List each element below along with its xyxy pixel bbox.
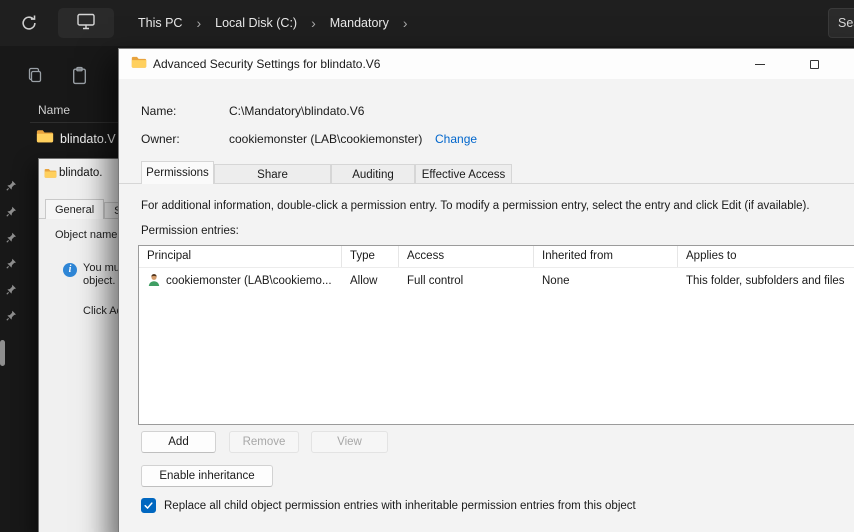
inheritance-checkbox[interactable] — [141, 498, 156, 513]
breadcrumb-chevron-icon: › — [402, 15, 408, 31]
maximize-icon — [809, 59, 819, 69]
remove-button[interactable]: Remove — [229, 431, 299, 453]
maximize-button[interactable] — [797, 49, 831, 79]
add-button[interactable]: Add — [141, 431, 216, 453]
breadcrumb-item-local-disk[interactable]: Local Disk (C:) — [215, 16, 297, 30]
entry-inherited-from: None — [542, 275, 570, 287]
table-header-access[interactable]: Access — [399, 246, 534, 267]
replace-permissions-row: Replace all child object permission entr… — [141, 498, 636, 513]
column-header-name[interactable]: Name — [38, 103, 70, 117]
breadcrumb-chevron-icon: › — [311, 15, 316, 31]
copy-icon[interactable] — [26, 66, 44, 89]
table-header-inherited-from[interactable]: Inherited from — [534, 246, 678, 267]
table-header-type[interactable]: Type — [342, 246, 399, 267]
breadcrumb-item-this-pc[interactable]: This PC — [138, 16, 182, 30]
dialog-title: Advanced Security Settings for blindato.… — [153, 57, 381, 71]
pc-icon — [76, 12, 96, 35]
file-row[interactable]: blindato.V — [36, 129, 118, 149]
view-button[interactable]: View — [311, 431, 388, 453]
pin-icon[interactable] — [6, 204, 17, 222]
explorer-address-bar: This PC › Local Disk (C:) › Mandatory › … — [0, 0, 854, 46]
object-name-label: Object name — [55, 229, 118, 241]
paste-icon[interactable] — [70, 66, 89, 90]
tab-effective-access[interactable]: Effective Access — [415, 164, 512, 184]
pin-icon[interactable] — [6, 282, 17, 300]
checkbox-label[interactable]: Replace all child object permission entr… — [164, 500, 636, 512]
change-owner-link[interactable]: Change — [435, 132, 477, 146]
table-header-principal[interactable]: Principal — [139, 246, 342, 267]
breadcrumb-item-mandatory[interactable]: Mandatory — [330, 16, 389, 30]
user-icon — [147, 273, 161, 290]
column-divider — [30, 122, 118, 123]
folder-icon — [36, 129, 54, 149]
permission-entry-row[interactable]: cookiemonster (LAB\cookiemo... Allow Ful… — [139, 268, 854, 294]
owner-value: cookiemonster (LAB\cookiemonster) — [229, 132, 423, 146]
tab-share[interactable]: Share — [214, 164, 331, 184]
minimize-button[interactable] — [743, 49, 777, 79]
info-text: object. — [83, 275, 116, 287]
permissions-description: For additional information, double-click… — [141, 200, 810, 212]
file-name: blindato.V — [60, 132, 116, 146]
search-text: Sea — [838, 16, 854, 30]
security-dialog: Advanced Security Settings for blindato.… — [118, 48, 854, 532]
table-header-row: Principal Type Access Inherited from App… — [139, 246, 854, 268]
entry-type: Allow — [350, 275, 378, 287]
folder-icon — [131, 56, 147, 74]
pin-icon[interactable] — [6, 308, 17, 326]
tab-general[interactable]: General — [45, 199, 105, 219]
permissions-table: Principal Type Access Inherited from App… — [138, 245, 854, 425]
minimize-icon — [755, 63, 765, 65]
check-icon — [144, 502, 153, 509]
entry-access: Full control — [407, 275, 464, 287]
owner-label: Owner: — [141, 132, 180, 146]
name-label: Name: — [141, 104, 177, 118]
pin-icon[interactable] — [6, 178, 17, 196]
dialog-tabs: Permissions Share Auditing Effective Acc… — [119, 161, 854, 184]
entry-applies-to: This folder, subfolders and files — [686, 275, 845, 287]
entry-principal: cookiemonster (LAB\cookiemo... — [166, 275, 332, 287]
this-pc-tab[interactable] — [58, 8, 114, 38]
name-value: C:\Mandatory\blindato.V6 — [229, 104, 365, 118]
screen: This PC › Local Disk (C:) › Mandatory › … — [0, 0, 854, 532]
folder-icon — [44, 166, 57, 184]
pin-icon[interactable] — [6, 256, 17, 274]
info-icon: i — [63, 263, 77, 277]
dialog-titlebar: Advanced Security Settings for blindato.… — [119, 49, 854, 79]
enable-inheritance-button[interactable]: Enable inheritance — [141, 465, 273, 487]
breadcrumb: This PC › Local Disk (C:) › Mandatory › — [138, 0, 408, 46]
tab-auditing[interactable]: Auditing — [331, 164, 415, 184]
breadcrumb-chevron-icon: › — [196, 15, 202, 31]
pin-icon[interactable] — [6, 230, 17, 248]
table-header-applies-to[interactable]: Applies to — [678, 246, 854, 267]
properties-dialog-title: blindato. — [59, 167, 103, 179]
rail-scroll-indicator[interactable] — [0, 340, 5, 366]
permission-entries-label: Permission entries: — [141, 225, 239, 237]
search-input[interactable]: Sea — [828, 8, 854, 38]
tab-permissions[interactable]: Permissions — [141, 161, 214, 184]
refresh-icon[interactable] — [20, 14, 38, 32]
info-text: Click Ad — [83, 305, 123, 317]
